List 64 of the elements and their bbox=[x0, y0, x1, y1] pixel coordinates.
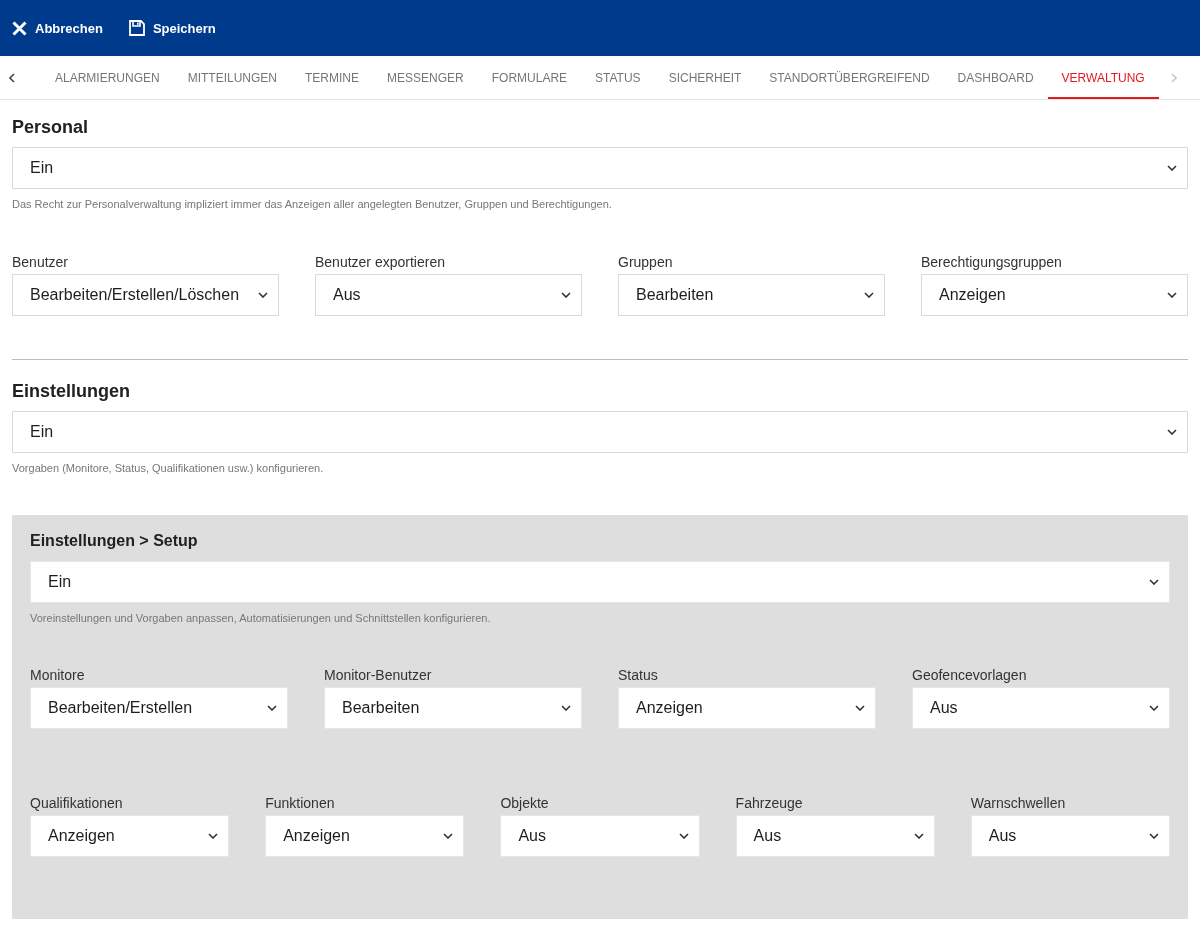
section-title: Personal bbox=[12, 116, 89, 138]
chevron-down-icon bbox=[1149, 579, 1159, 585]
hint-text: Das Recht zur Personalverwaltung impliziert immer das Anzeigen aller angelegten Benutzer, Gruppen und Berechtigungen. bbox=[12, 197, 612, 211]
chevron-down-icon bbox=[1149, 705, 1159, 711]
field-label: Geofencevorlagen bbox=[912, 667, 1027, 683]
chevron-down-icon bbox=[561, 705, 571, 711]
save-button[interactable]: Speichern bbox=[128, 16, 216, 40]
field-label: Monitor-Benutzer bbox=[324, 667, 432, 683]
select-field[interactable]: Aus bbox=[970, 815, 1170, 857]
chevron-down-icon bbox=[678, 833, 689, 839]
hint-text: Voreinstellungen und Vorgaben anpassen, Automatisierungen und Schnittstellen konfigurieren. bbox=[30, 611, 491, 625]
select-field[interactable]: Anzeigen bbox=[921, 274, 1188, 316]
chevron-down-icon bbox=[1167, 165, 1177, 171]
tab[interactable]: DASHBOARD bbox=[943, 56, 1048, 99]
select-field[interactable]: Bearbeiten bbox=[324, 687, 582, 729]
chevron-down-icon bbox=[443, 833, 454, 839]
select-field[interactable]: Anzeigen bbox=[618, 687, 876, 729]
tab[interactable]: ALARMIERUNGEN bbox=[41, 56, 174, 99]
chevron-down-icon bbox=[1167, 429, 1177, 435]
select-field[interactable]: Ein bbox=[12, 411, 1188, 453]
tab[interactable]: VERWALTUNG bbox=[1047, 56, 1159, 99]
chevron-down-icon bbox=[258, 292, 268, 298]
chevron-down-icon bbox=[1167, 292, 1177, 298]
field-label: Warnschwellen bbox=[970, 795, 1066, 811]
select-field[interactable]: Aus bbox=[912, 687, 1170, 729]
select-field[interactable]: Anzeigen bbox=[30, 815, 230, 857]
select-field[interactable]: Anzeigen bbox=[265, 815, 465, 857]
cancel-button[interactable]: Abbrechen bbox=[12, 16, 103, 40]
field-label: Benutzer bbox=[12, 254, 69, 270]
close-icon bbox=[12, 20, 27, 36]
tab[interactable]: MITTEILUNGEN bbox=[173, 56, 292, 99]
tab[interactable]: SICHERHEIT bbox=[654, 56, 756, 99]
select-field[interactable]: Aus bbox=[315, 274, 582, 316]
select-field[interactable]: Bearbeiten bbox=[618, 274, 885, 316]
chevron-down-icon bbox=[864, 292, 874, 298]
chevron-down-icon bbox=[913, 833, 924, 839]
field-label: Funktionen bbox=[265, 795, 335, 811]
tab[interactable]: STATUS bbox=[581, 56, 655, 99]
tab[interactable]: MESSENGER bbox=[373, 56, 478, 99]
select-field[interactable]: Aus bbox=[500, 815, 700, 857]
field-label: Berechtigungsgruppen bbox=[921, 254, 1062, 270]
panel-title: Einstellungen > Setup bbox=[30, 531, 198, 551]
select-field[interactable]: Bearbeiten/Erstellen/Löschen bbox=[12, 274, 279, 316]
field-label: Gruppen bbox=[618, 254, 673, 270]
chevron-down-icon bbox=[1149, 833, 1159, 839]
field-label: Status bbox=[618, 667, 658, 683]
hint-text: Vorgaben (Monitore, Status, Qualifikationen usw.) konfigurieren. bbox=[12, 461, 324, 475]
chevron-down-icon bbox=[267, 705, 277, 711]
tab[interactable]: STANDORTÜBERGREIFEND bbox=[755, 56, 944, 99]
tab[interactable]: TERMINE bbox=[291, 56, 374, 99]
section-title: Einstellungen bbox=[12, 380, 130, 402]
select-field[interactable]: Aus bbox=[735, 815, 935, 857]
select-field[interactable]: Bearbeiten/Erstellen bbox=[30, 687, 288, 729]
field-label: Fahrzeuge bbox=[735, 795, 803, 811]
chevron-down-icon bbox=[561, 292, 571, 298]
field-label: Monitore bbox=[30, 667, 85, 683]
select-field[interactable]: Ein bbox=[12, 147, 1188, 189]
chevron-down-icon bbox=[208, 833, 219, 839]
chevron-down-icon bbox=[855, 705, 865, 711]
field-label: Benutzer exportieren bbox=[315, 254, 445, 270]
select-field[interactable]: Ein bbox=[30, 561, 1170, 603]
tab[interactable]: FORMULARE bbox=[477, 56, 582, 99]
field-label: Qualifikationen bbox=[30, 795, 123, 811]
field-label: Objekte bbox=[500, 795, 549, 811]
